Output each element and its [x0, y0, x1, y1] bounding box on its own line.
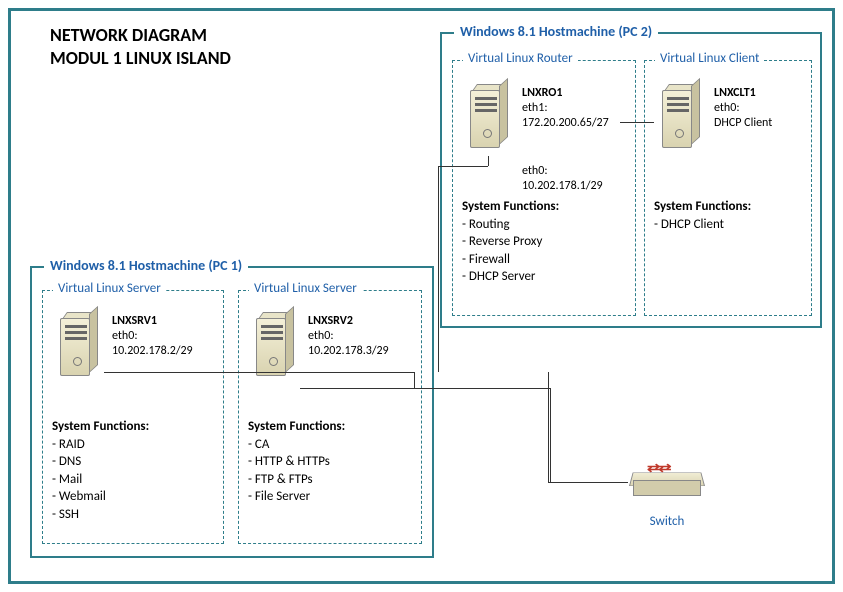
vm2-ip: 10.202.178.3/29: [308, 344, 389, 359]
vm1-ip: 10.202.178.2/29: [112, 344, 193, 359]
vm4-ip: DHCP Client: [714, 116, 772, 131]
link-srv1-right: [104, 372, 414, 373]
vm3-iface0: eth0:: [522, 164, 603, 179]
title-line2: MODUL 1 LINUX ISLAND: [50, 47, 231, 70]
sysfunc-item: - Webmail: [52, 488, 149, 506]
vm2-sysfunc: System Functions: - CA - HTTP & HTTPs - …: [248, 418, 345, 506]
vm2-legend: Virtual Linux Server: [249, 281, 362, 296]
sysfunc-item: - RAID: [52, 436, 149, 454]
sysfunc-item: - Mail: [52, 471, 149, 489]
vm1-hostname: LNXSRV1: [112, 314, 193, 329]
link-router-eth0-h: [438, 166, 488, 167]
server-icon: [460, 84, 514, 156]
sysfunc-item: - FTP & FTPs: [248, 471, 345, 489]
sysfunc-item: - HTTP & HTTPs: [248, 453, 345, 471]
vm3-ip0: 10.202.178.1/29: [522, 179, 603, 194]
pc1-legend: Windows 8.1 Hostmachine (PC 1): [44, 257, 248, 274]
vm1-legend: Virtual Linux Server: [53, 281, 166, 296]
pc2-legend: Windows 8.1 Hostmachine (PC 2): [454, 23, 658, 40]
link-router-eth0: [488, 156, 489, 166]
sysfunc-item: - DHCP Server: [462, 268, 559, 286]
sysfunc-item: - Reverse Proxy: [462, 233, 559, 251]
vm4-info: LNXCLT1 eth0: DHCP Client: [714, 86, 772, 131]
link-router-down: [438, 166, 439, 372]
link-srv1-v: [414, 372, 415, 388]
switch-label: Switch: [622, 514, 712, 529]
server-icon: [246, 312, 300, 384]
link-srv2-right: [300, 388, 550, 389]
sysfunc-head: System Functions:: [52, 418, 149, 436]
vm3-hostname: LNXRO1: [522, 86, 609, 101]
vm3-sysfunc: System Functions: - Routing - Reverse Pr…: [462, 198, 559, 286]
title-line1: NETWORK DIAGRAM: [50, 24, 231, 47]
diagram-title: NETWORK DIAGRAM MODUL 1 LINUX ISLAND: [50, 24, 231, 69]
vm3-info-eth1: LNXRO1 eth1: 172.20.200.65/27: [522, 86, 609, 131]
vm3-iface1: eth1:: [522, 101, 609, 116]
vm3-legend: Virtual Linux Router: [463, 51, 578, 66]
sysfunc-item: - File Server: [248, 488, 345, 506]
sysfunc-head: System Functions:: [462, 198, 559, 216]
switch-icon: ⇄⇄: [629, 460, 705, 508]
vm2-info: LNXSRV2 eth0: 10.202.178.3/29: [308, 314, 389, 359]
sysfunc-item: - DNS: [52, 453, 149, 471]
link-to-switch-v2: [550, 388, 551, 482]
vm4-hostname: LNXCLT1: [714, 86, 772, 101]
sysfunc-head: System Functions:: [654, 198, 751, 216]
sysfunc-item: - Firewall: [462, 251, 559, 269]
vm2-iface: eth0:: [308, 329, 389, 344]
sysfunc-head: System Functions:: [248, 418, 345, 436]
server-icon: [652, 84, 706, 156]
vm3-ip1: 172.20.200.65/27: [522, 116, 609, 131]
server-icon: [50, 312, 104, 384]
link-router-client: [620, 122, 654, 123]
vm1-iface: eth0:: [112, 329, 193, 344]
sysfunc-item: - CA: [248, 436, 345, 454]
vm1-sysfunc: System Functions: - RAID - DNS - Mail - …: [52, 418, 149, 523]
vm4-sysfunc: System Functions: - DHCP Client: [654, 198, 751, 233]
link-to-switch-h: [548, 482, 628, 483]
vm1-info: LNXSRV1 eth0: 10.202.178.2/29: [112, 314, 193, 359]
switch: ⇄⇄ Switch: [622, 460, 712, 529]
vm3-info-eth0: eth0: 10.202.178.1/29: [522, 164, 603, 194]
sysfunc-item: - SSH: [52, 506, 149, 524]
vm2-hostname: LNXSRV2: [308, 314, 389, 329]
vm4-iface: eth0:: [714, 101, 772, 116]
sysfunc-item: - DHCP Client: [654, 216, 751, 234]
link-to-switch-v1: [548, 372, 549, 482]
sysfunc-item: - Routing: [462, 216, 559, 234]
vm4-legend: Virtual Linux Client: [655, 51, 764, 66]
